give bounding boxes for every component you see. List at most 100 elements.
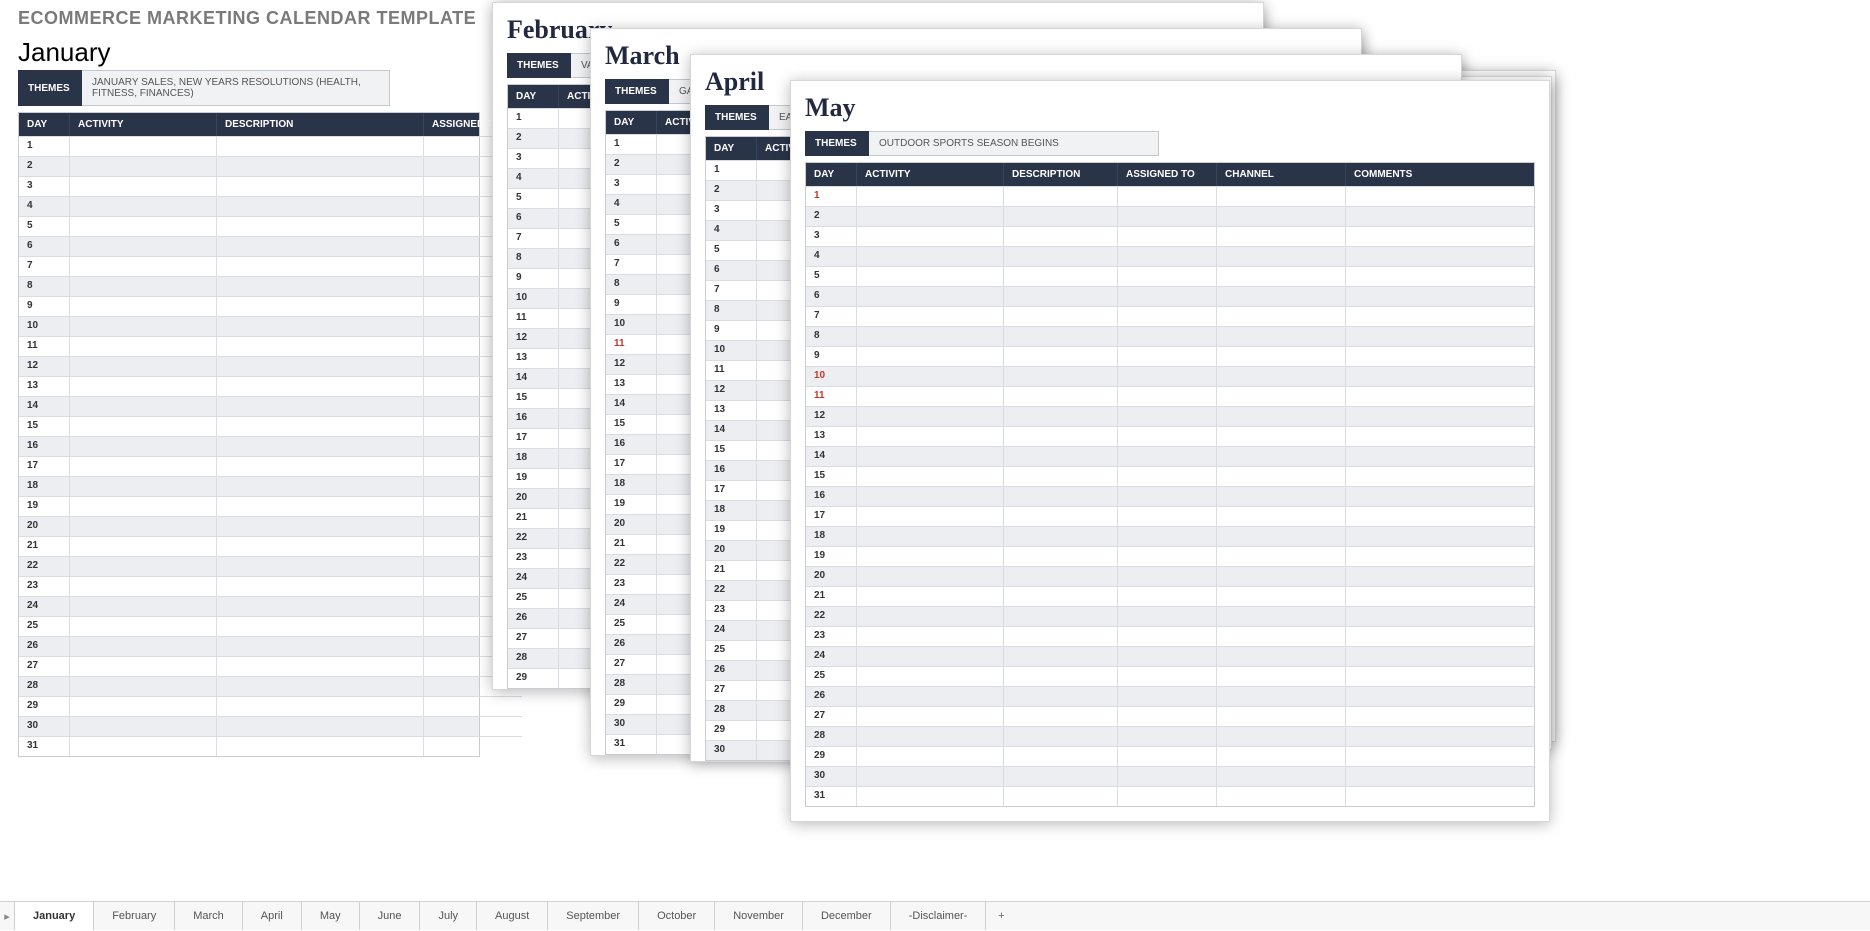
cell-description[interactable] [217, 636, 424, 656]
cell-channel[interactable] [1217, 726, 1346, 746]
table-row[interactable]: 25 [19, 616, 479, 636]
cell-description[interactable] [217, 336, 424, 356]
cell-assigned[interactable] [1118, 226, 1217, 246]
cell-comments[interactable] [1346, 206, 1534, 226]
cell-activity[interactable] [857, 426, 1004, 446]
table-row[interactable]: 17 [606, 454, 694, 474]
table-row[interactable]: 3 [606, 174, 694, 194]
table-row[interactable]: 20 [606, 514, 694, 534]
table-row[interactable]: 28 [706, 700, 794, 720]
table-row[interactable]: 1 [508, 108, 596, 128]
cell-activity[interactable] [70, 636, 217, 656]
table-row[interactable]: 3 [806, 226, 1534, 246]
cell-comments[interactable] [1346, 346, 1534, 366]
table-row[interactable]: 16 [508, 408, 596, 428]
table-row[interactable]: 16 [706, 460, 794, 480]
cell-description[interactable] [217, 736, 424, 756]
cell-activity[interactable] [70, 416, 217, 436]
table-row[interactable]: 13 [706, 400, 794, 420]
table-row[interactable]: 23 [606, 574, 694, 594]
cell-description[interactable] [217, 376, 424, 396]
table-row[interactable]: 19 [806, 546, 1534, 566]
table-row[interactable]: 12 [606, 354, 694, 374]
cell-activity[interactable] [857, 446, 1004, 466]
cell-description[interactable] [1004, 446, 1118, 466]
cell-description[interactable] [1004, 646, 1118, 666]
cell-channel[interactable] [1217, 786, 1346, 806]
cell-comments[interactable] [1346, 786, 1534, 806]
table-row[interactable]: 26 [806, 686, 1534, 706]
cell-activity[interactable] [857, 526, 1004, 546]
cell-comments[interactable] [1346, 526, 1534, 546]
cell-activity[interactable] [857, 646, 1004, 666]
table-row[interactable]: 16 [806, 486, 1534, 506]
cell-activity[interactable] [857, 686, 1004, 706]
cell-channel[interactable] [1217, 466, 1346, 486]
table-row[interactable]: 21 [606, 534, 694, 554]
cell-assigned[interactable] [1118, 266, 1217, 286]
table-row[interactable]: 19 [606, 494, 694, 514]
cell-description[interactable] [217, 196, 424, 216]
sheet-tab-april[interactable]: April [243, 902, 302, 930]
cell-description[interactable] [1004, 406, 1118, 426]
table-row[interactable]: 15 [806, 466, 1534, 486]
cell-activity[interactable] [857, 246, 1004, 266]
cell-comments[interactable] [1346, 666, 1534, 686]
cell-activity[interactable] [70, 516, 217, 536]
sheet-tab-march[interactable]: March [175, 902, 243, 930]
table-row[interactable]: 11 [706, 360, 794, 380]
table-row[interactable]: 30 [706, 740, 794, 760]
sheet-tab-may[interactable]: May [302, 902, 360, 930]
cell-comments[interactable] [1346, 606, 1534, 626]
table-row[interactable]: 11 [806, 386, 1534, 406]
cell-assigned[interactable] [1118, 466, 1217, 486]
table-row[interactable]: 27 [806, 706, 1534, 726]
table-row[interactable]: 18 [508, 448, 596, 468]
table-row[interactable]: 16 [19, 436, 479, 456]
cell-description[interactable] [217, 396, 424, 416]
cell-channel[interactable] [1217, 386, 1346, 406]
cell-activity[interactable] [857, 586, 1004, 606]
cell-activity[interactable] [70, 196, 217, 216]
cell-channel[interactable] [1217, 366, 1346, 386]
table-row[interactable]: 8 [606, 274, 694, 294]
table-row[interactable]: 14 [19, 396, 479, 416]
cell-activity[interactable] [857, 286, 1004, 306]
table-row[interactable]: 15 [508, 388, 596, 408]
table-row[interactable]: 30 [19, 716, 479, 736]
cell-comments[interactable] [1346, 566, 1534, 586]
cell-assigned[interactable] [1118, 426, 1217, 446]
cell-channel[interactable] [1217, 746, 1346, 766]
table-row[interactable]: 29 [19, 696, 479, 716]
cell-channel[interactable] [1217, 506, 1346, 526]
table-row[interactable]: 8 [19, 276, 479, 296]
table-row[interactable]: 5 [706, 240, 794, 260]
table-row[interactable]: 10 [19, 316, 479, 336]
cell-activity[interactable] [70, 456, 217, 476]
cell-description[interactable] [217, 356, 424, 376]
cell-description[interactable] [217, 556, 424, 576]
cell-description[interactable] [1004, 566, 1118, 586]
table-row[interactable]: 24 [19, 596, 479, 616]
cell-activity[interactable] [70, 496, 217, 516]
cell-activity[interactable] [857, 226, 1004, 246]
cell-comments[interactable] [1346, 366, 1534, 386]
cell-description[interactable] [1004, 246, 1118, 266]
cell-description[interactable] [217, 456, 424, 476]
cell-activity[interactable] [857, 506, 1004, 526]
cell-channel[interactable] [1217, 406, 1346, 426]
cell-activity[interactable] [70, 716, 217, 736]
cell-comments[interactable] [1346, 266, 1534, 286]
cell-assigned[interactable] [1118, 486, 1217, 506]
cell-assigned[interactable] [1118, 566, 1217, 586]
table-row[interactable]: 10 [806, 366, 1534, 386]
table-row[interactable]: 3 [706, 200, 794, 220]
cell-activity[interactable] [70, 276, 217, 296]
table-row[interactable]: 12 [806, 406, 1534, 426]
cell-description[interactable] [217, 696, 424, 716]
cell-assigned[interactable] [1118, 546, 1217, 566]
cell-comments[interactable] [1346, 486, 1534, 506]
cell-activity[interactable] [70, 316, 217, 336]
cell-activity[interactable] [857, 606, 1004, 626]
table-row[interactable]: 18 [706, 500, 794, 520]
